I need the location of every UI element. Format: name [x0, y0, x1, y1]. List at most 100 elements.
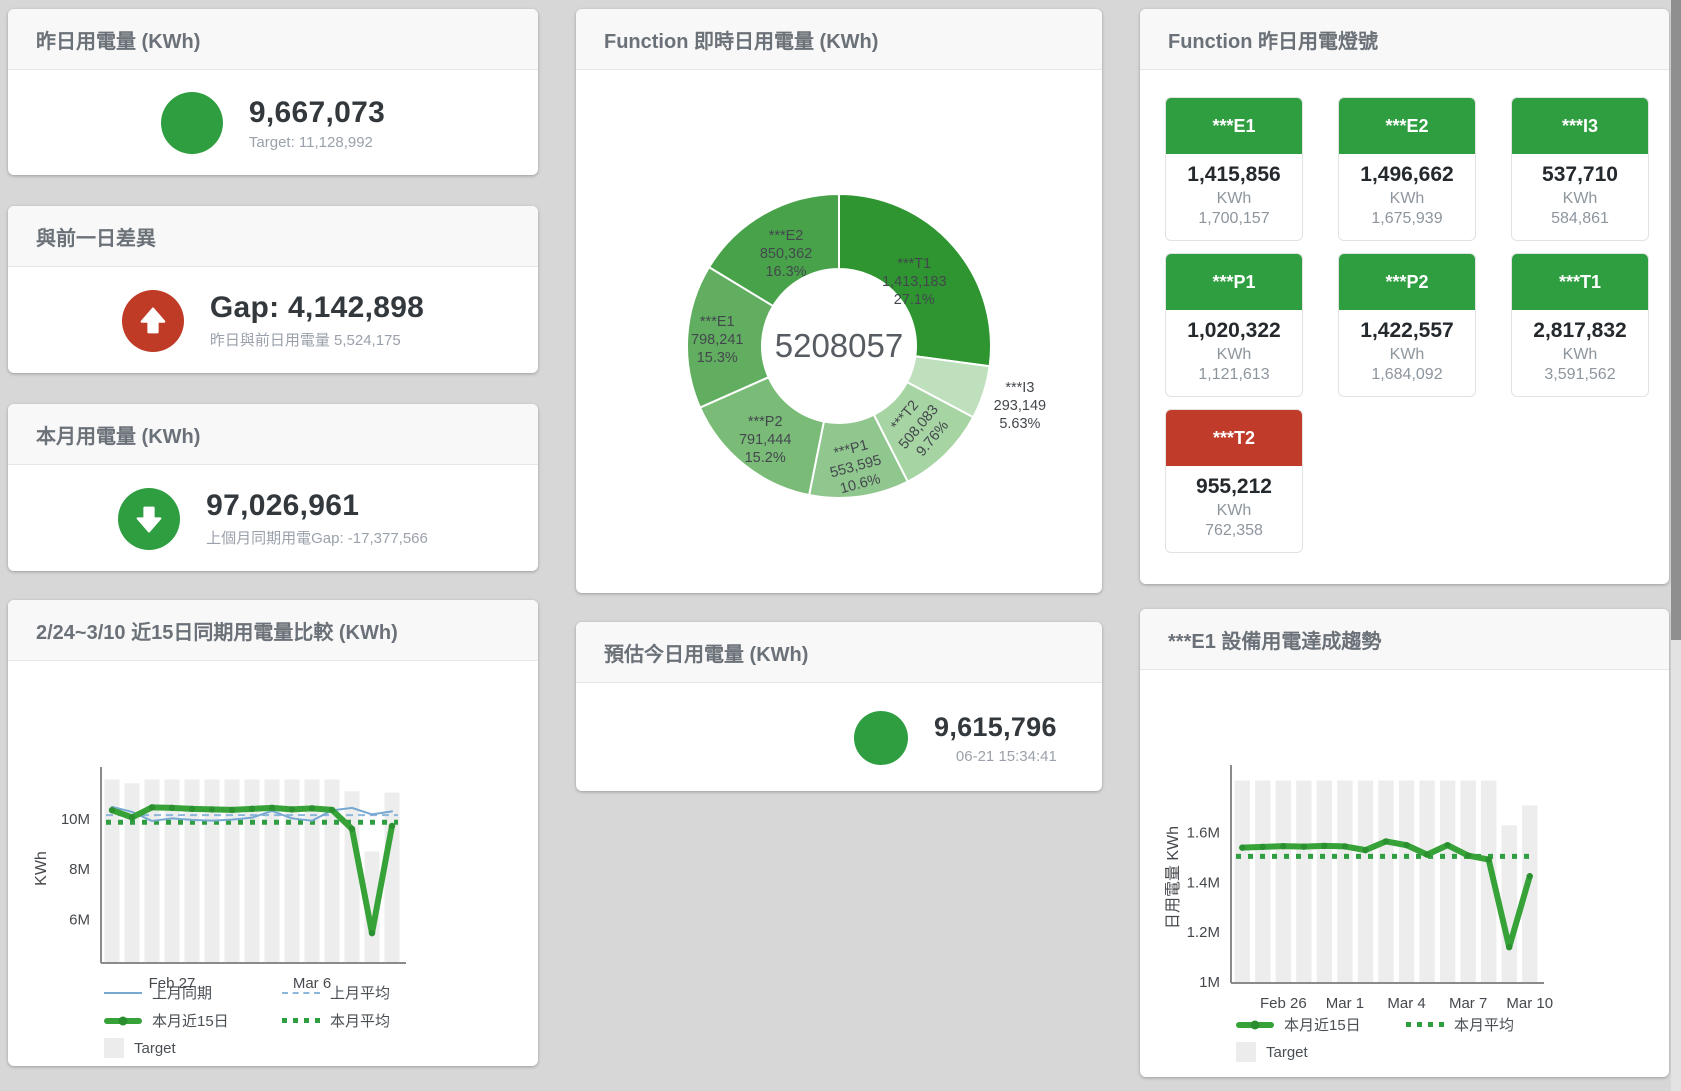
month-usage-value: 97,026,961 [206, 489, 428, 523]
scrollbar[interactable] [1671, 0, 1681, 1091]
green-dot-swatch-icon [1406, 1022, 1444, 1027]
blue-dash-swatch-icon [282, 992, 320, 994]
target-bar [1419, 780, 1434, 982]
data-point [1342, 843, 1348, 849]
data-point [1485, 856, 1491, 862]
data-point [1239, 844, 1245, 850]
device-target: 584,861 [1514, 210, 1646, 228]
green-thick-swatch-icon [1236, 1022, 1274, 1028]
data-point [169, 805, 175, 811]
target-bar [1399, 780, 1414, 982]
day-gap-value: Gap: 4,142,898 [210, 291, 424, 325]
data-point [1465, 852, 1471, 858]
x-tick-label: Mar 1 [1326, 995, 1364, 1012]
data-point [1424, 851, 1430, 857]
yesterday-usage-value: 9,667,073 [249, 96, 385, 130]
data-point [309, 805, 315, 811]
device-tile-grid: ***E11,415,856KWh1,700,157***E21,496,662… [1140, 70, 1669, 553]
device-value: 2,817,832 [1514, 319, 1646, 343]
legend-item[interactable]: 上月平均 [282, 982, 460, 1003]
panel-month-usage: 本月用電量 (KWh) 97,026,961 上個月同期用電Gap: -17,3… [8, 404, 538, 571]
y-tick-label: 10M [61, 811, 90, 828]
target-bar [385, 793, 400, 962]
panel-estimate-today: 預估今日用電量 (KWh) 9,615,796 06-21 15:34:41 [576, 622, 1102, 791]
legend-item[interactable]: 本月近15日 [104, 1010, 282, 1031]
data-point [1321, 843, 1327, 849]
y-axis-title: KWh [33, 851, 50, 886]
data-point [329, 807, 335, 813]
legend-item[interactable]: 本月平均 [1406, 1014, 1576, 1035]
panel-yesterday-usage: 昨日用電量 (KWh) 9,667,073 Target: 11,128,992 [8, 9, 538, 175]
device-tile: ***I3 537,710 KWh 584,861 [1511, 97, 1649, 241]
compare-chart-legend: 上月同期 上月平均本月近15日 本月平均 Target [104, 982, 460, 1058]
panel-day-gap: 與前一日差異 Gap: 4,142,898 昨日與前日用電量 5,524,175 [8, 206, 538, 373]
target-bar [1296, 780, 1311, 982]
y-tick-label: 8M [69, 861, 90, 878]
data-point [1362, 847, 1368, 853]
device-label: ***P1 [1166, 254, 1302, 310]
estimate-value: 9,615,796 [934, 710, 1057, 744]
device-unit: KWh [1341, 346, 1473, 364]
legend-item[interactable]: Target [104, 1038, 282, 1058]
panel-title: 與前一日差異 [8, 206, 538, 267]
device-value: 955,212 [1168, 475, 1300, 499]
panel-e1-trend: ***E1 設備用電達成趨勢 1M1.2M1.4M1.6MFeb 26Mar 1… [1140, 609, 1669, 1077]
donut-slice-label: ***I3293,1495.63% [994, 380, 1046, 432]
device-value: 1,415,856 [1168, 163, 1300, 187]
data-point [1301, 843, 1307, 849]
data-point [209, 806, 215, 812]
device-label: ***E1 [1166, 98, 1302, 154]
blue-line-swatch-icon [104, 992, 142, 994]
device-target: 3,591,562 [1514, 366, 1646, 384]
panel-compare-15day: 2/24~3/10 近15日同期用電量比較 (KWh) 6M8M10MFeb 2… [8, 600, 538, 1066]
data-point [109, 807, 115, 813]
target-bar [1460, 780, 1475, 982]
device-value: 537,710 [1514, 163, 1646, 187]
target-bar [1440, 780, 1455, 982]
target-bar [1235, 780, 1250, 982]
panel-title: Function 昨日用電燈號 [1140, 9, 1669, 70]
legend-label: Target [1266, 1044, 1308, 1061]
scrollbar-thumb[interactable] [1671, 0, 1681, 640]
device-label: ***E2 [1339, 98, 1475, 154]
x-tick-label: Mar 10 [1506, 995, 1553, 1012]
panel-title: 昨日用電量 (KWh) [8, 9, 538, 70]
data-point [129, 814, 135, 820]
estimate-timestamp: 06-21 15:34:41 [934, 748, 1057, 765]
legend-label: 本月平均 [1454, 1014, 1514, 1035]
device-tile: ***E11,415,856KWh1,700,157 [1165, 97, 1303, 241]
legend-item[interactable]: 上月同期 [104, 982, 282, 1003]
legend-label: 上月同期 [152, 982, 212, 1003]
y-tick-label: 1.4M [1187, 874, 1220, 891]
data-point [389, 823, 395, 829]
device-unit: KWh [1168, 502, 1300, 520]
donut-center-total: 5208057 [775, 327, 903, 364]
target-bar [1337, 780, 1352, 982]
device-unit: KWh [1514, 346, 1646, 364]
device-tile: ***P11,020,322KWh1,121,613 [1165, 253, 1303, 397]
legend-item[interactable]: 本月近15日 [1236, 1014, 1406, 1035]
daily-usage-donut-chart: ***T11,413,18327.1%***I3293,1495.63%***T… [576, 70, 1102, 594]
panel-title: 預估今日用電量 (KWh) [576, 622, 1102, 683]
device-unit: KWh [1168, 190, 1300, 208]
y-tick-label: 6M [69, 911, 90, 928]
device-value: 1,496,662 [1341, 163, 1473, 187]
device-unit: KWh [1514, 190, 1646, 208]
target-bar [1502, 825, 1517, 982]
data-point [1260, 844, 1266, 850]
e1-chart-legend: 本月近15日 本月平均 Target [1236, 1014, 1576, 1062]
panel-title: ***E1 設備用電達成趨勢 [1140, 609, 1669, 670]
data-point [269, 805, 275, 811]
legend-label: Target [134, 1040, 176, 1057]
legend-item[interactable]: Target [1236, 1042, 1406, 1062]
device-unit: KWh [1341, 190, 1473, 208]
legend-label: 上月平均 [330, 982, 390, 1003]
x-tick-label: Feb 26 [1260, 995, 1307, 1012]
x-tick-label: Mar 4 [1387, 995, 1425, 1012]
legend-label: 本月平均 [330, 1010, 390, 1031]
data-point [1280, 843, 1286, 849]
legend-item[interactable]: 本月平均 [282, 1010, 460, 1031]
data-point [349, 826, 355, 832]
device-label: ***I3 [1512, 98, 1648, 154]
x-tick-label: Mar 7 [1449, 995, 1487, 1012]
